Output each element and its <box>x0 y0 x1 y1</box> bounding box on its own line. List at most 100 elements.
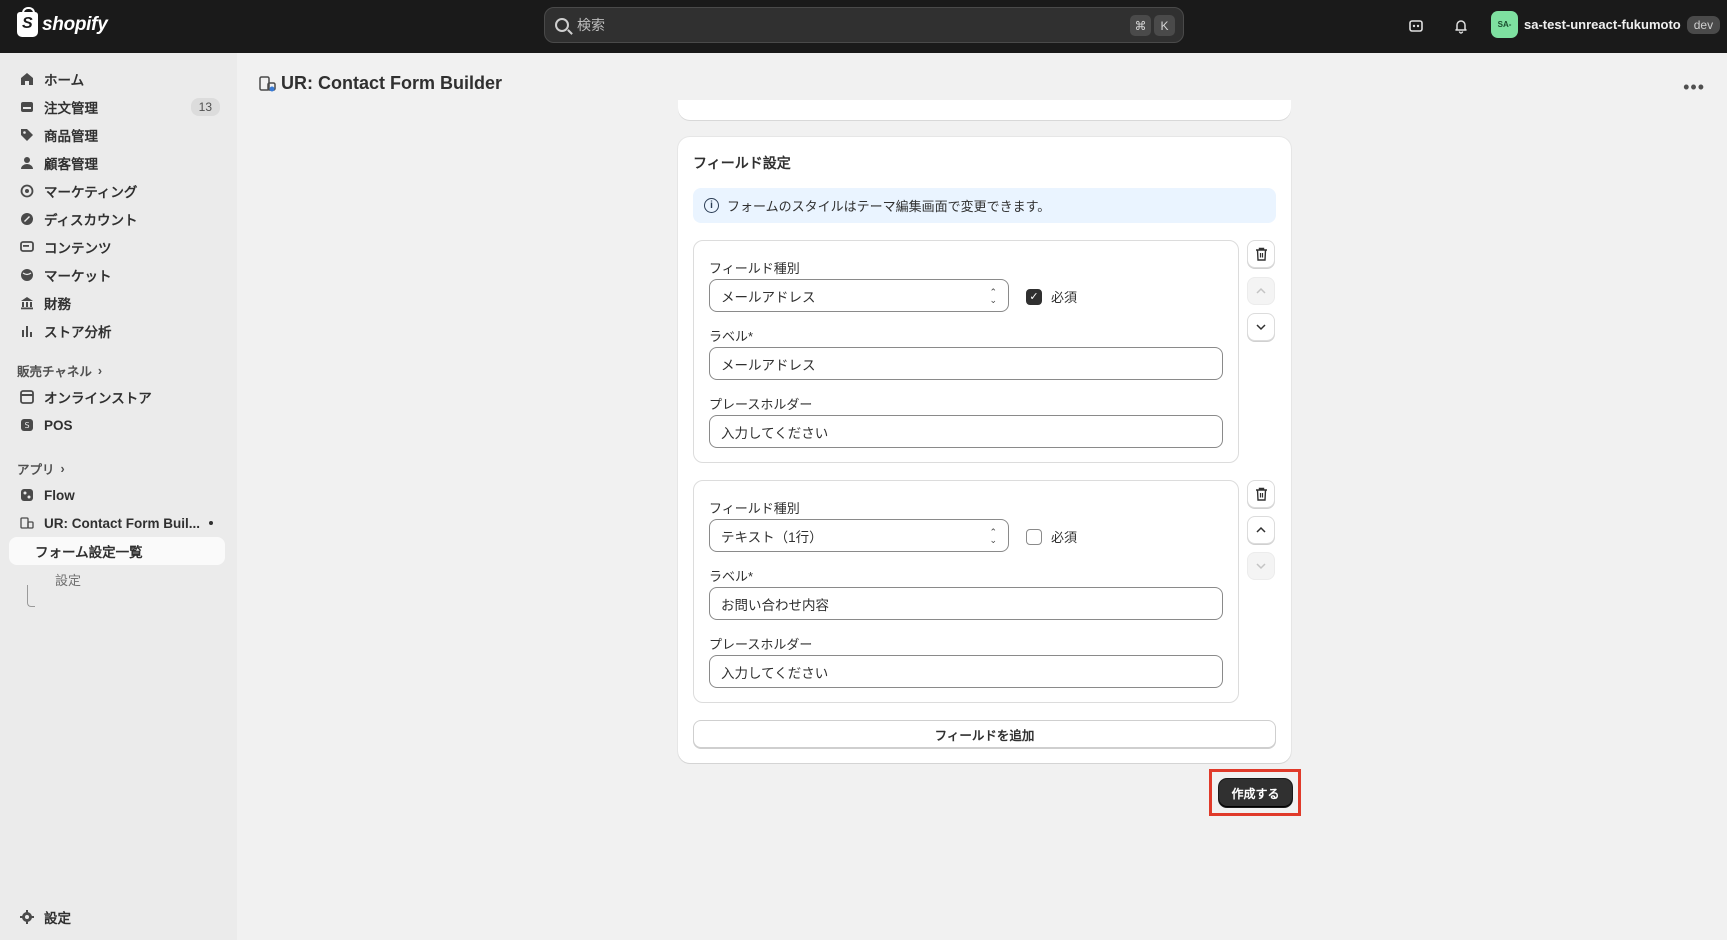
field-settings-card: フィールド設定 i フォームのスタイルはテーマ編集画面で変更できます。 フィール… <box>678 137 1291 763</box>
sidebar-item-customers[interactable]: 顧客管理 <box>9 149 225 177</box>
search-placeholder: 検索 <box>577 17 605 33</box>
sidebar-item-marketing[interactable]: マーケティング <box>9 177 225 205</box>
sidebar-item-contact-form-builder[interactable]: UR: Contact Form Buil... <box>9 509 225 537</box>
field-type-label: フィールド種別 <box>709 261 800 276</box>
placeholder-input[interactable]: 入力してください <box>709 655 1223 688</box>
placeholder-input-value: 入力してください <box>721 665 829 681</box>
orders-icon <box>19 99 35 115</box>
move-down-button[interactable] <box>1247 552 1275 580</box>
placeholder-input-value: 入力してください <box>721 425 829 441</box>
card-title: フィールド設定 <box>693 155 791 171</box>
chevron-down-icon <box>1256 324 1266 331</box>
field-item: フィールド種別 テキスト（1行） ⌃ ⌄ 必須 ラベル* お問い合わせ内容 プレー… <box>693 480 1239 703</box>
label-field-label: ラベル* <box>709 569 754 584</box>
chevron-up-icon <box>1256 287 1266 294</box>
apps-heading[interactable]: アプリ › <box>17 459 65 478</box>
sidebar-item-label: 設定 <box>55 572 82 588</box>
search-icon <box>555 18 569 32</box>
label-input[interactable]: メールアドレス <box>709 347 1223 380</box>
app-icon <box>259 75 277 93</box>
chevron-up-icon <box>1256 526 1266 533</box>
sidebar-item-label: オンラインストア <box>44 391 152 406</box>
delete-field-button[interactable] <box>1247 480 1275 508</box>
sidebar-item-label: 顧客管理 <box>44 157 98 172</box>
sidebar-item-home[interactable]: ホーム <box>9 65 225 93</box>
shopify-bag-icon <box>17 7 38 37</box>
field-item: フィールド種別 メールアドレス ⌃ ⌄ ✓ 必須 ラベル* メールアドレス プレー… <box>693 240 1239 463</box>
create-button[interactable]: 作成する <box>1219 779 1292 807</box>
required-checkbox[interactable] <box>1026 528 1042 545</box>
sidebar-item-label: ホーム <box>44 73 85 88</box>
avatar: SA- <box>1491 11 1518 38</box>
trash-icon <box>1255 247 1267 261</box>
add-field-button[interactable]: フィールドを追加 <box>693 720 1276 748</box>
sidebar-item-label: 商品管理 <box>44 129 98 144</box>
sidebar-item-content[interactable]: コンテンツ <box>9 233 225 261</box>
bell-icon[interactable] <box>1450 15 1472 37</box>
store-icon[interactable] <box>1405 15 1427 37</box>
label-input[interactable]: お問い合わせ内容 <box>709 587 1223 620</box>
placeholder-field-label: プレースホルダー <box>709 637 813 652</box>
pos-icon: S <box>19 417 35 433</box>
field-type-value: テキスト（1行） <box>721 529 823 545</box>
search-input[interactable]: 検索 ⌘ K <box>544 7 1184 43</box>
account-menu[interactable]: SA- sa-test-unreact-fukumoto dev <box>1491 11 1721 38</box>
tag-icon <box>19 127 35 143</box>
placeholder-input[interactable]: 入力してください <box>709 415 1223 448</box>
person-icon <box>19 155 35 171</box>
label-input-value: お問い合わせ内容 <box>721 597 829 613</box>
home-icon <box>19 71 35 87</box>
field-type-label: フィールド種別 <box>709 501 800 516</box>
storefront-icon <box>19 389 35 405</box>
flow-icon <box>19 487 35 503</box>
field-type-select[interactable]: テキスト（1行） ⌃ ⌄ <box>709 519 1009 552</box>
move-up-button[interactable] <box>1247 277 1275 305</box>
move-up-button[interactable] <box>1247 516 1275 544</box>
account-name: sa-test-unreact-fukumoto <box>1524 17 1681 32</box>
sidebar-item-label: ストア分析 <box>44 325 112 340</box>
select-chevron-icon: ⌃ ⌄ <box>989 287 997 305</box>
sidebar-item-app-settings[interactable]: 設定 <box>9 565 225 593</box>
target-icon <box>19 183 35 199</box>
sidebar-item-products[interactable]: 商品管理 <box>9 121 225 149</box>
sidebar-item-orders[interactable]: 注文管理 13 <box>9 93 225 121</box>
sidebar-item-label: マーケット <box>44 269 112 284</box>
sales-channels-heading[interactable]: 販売チャネル › <box>17 361 102 380</box>
info-banner: i フォームのスタイルはテーマ編集画面で変更できます。 <box>693 188 1276 223</box>
required-toggle[interactable]: ✓ 必須 <box>1026 287 1077 306</box>
required-checkbox[interactable]: ✓ <box>1026 288 1042 305</box>
brand-name: shopify <box>42 13 108 35</box>
sidebar-item-label: 財務 <box>44 297 71 312</box>
sidebar-item-settings[interactable]: 設定 <box>9 903 225 931</box>
sidebar-item-discounts[interactable]: ディスカウント <box>9 205 225 233</box>
sidebar-item-analytics[interactable]: ストア分析 <box>9 317 225 345</box>
sidebar-item-flow[interactable]: Flow <box>9 481 225 509</box>
shopify-logo[interactable]: shopify <box>17 7 108 37</box>
sidebar-item-online-store[interactable]: オンラインストア <box>9 383 225 411</box>
sidebar-item-label: ディスカウント <box>44 213 138 228</box>
globe-icon <box>19 267 35 283</box>
top-bar: shopify 検索 ⌘ K SA- sa-test-unreact-fukum… <box>0 0 1727 53</box>
trash-icon <box>1255 487 1267 501</box>
required-label: 必須 <box>1051 290 1078 305</box>
field-type-select[interactable]: メールアドレス ⌃ ⌄ <box>709 279 1009 312</box>
previous-card <box>678 100 1291 120</box>
sidebar-item-label: フォーム設定一覧 <box>35 545 143 560</box>
sidebar-item-markets[interactable]: マーケット <box>9 261 225 289</box>
sidebar: ホーム 注文管理 13 商品管理 顧客管理 マーケティング ディスカウント コン… <box>0 53 237 940</box>
gear-icon <box>19 909 35 925</box>
bank-icon <box>19 295 35 311</box>
more-actions-icon[interactable]: ••• <box>1683 77 1705 98</box>
banner-text: フォームのスタイルはテーマ編集画面で変更できます。 <box>727 199 1051 214</box>
move-down-button[interactable] <box>1247 313 1275 341</box>
sidebar-item-form-list[interactable]: フォーム設定一覧 <box>9 537 225 565</box>
svg-text:S: S <box>24 421 29 430</box>
delete-field-button[interactable] <box>1247 240 1275 268</box>
pinned-dot <box>209 521 213 525</box>
info-icon: i <box>704 198 719 213</box>
required-toggle[interactable]: 必須 <box>1026 527 1077 546</box>
sidebar-item-label: コンテンツ <box>44 241 112 256</box>
sidebar-item-pos[interactable]: S POS <box>9 411 225 439</box>
sidebar-item-finance[interactable]: 財務 <box>9 289 225 317</box>
field-type-value: メールアドレス <box>721 289 816 305</box>
